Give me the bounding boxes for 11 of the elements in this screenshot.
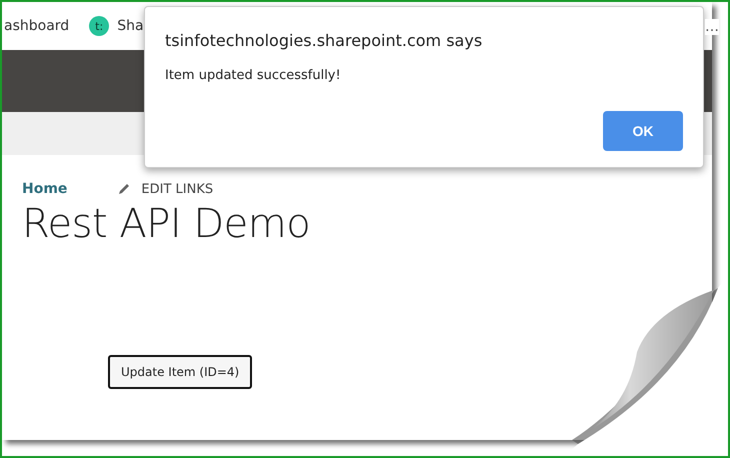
update-item-button[interactable]: Update Item (ID=4) [108, 355, 252, 389]
dialog-title: tsinfotechnologies.sharepoint.com says [165, 31, 484, 50]
bookmark-link[interactable]: ashboard [4, 18, 70, 34]
home-link[interactable]: Home [22, 181, 68, 197]
page-title: Rest API Demo [22, 201, 312, 247]
bookmark-link[interactable]: Sha [117, 18, 144, 34]
bookmarks-overflow[interactable]: … [705, 19, 719, 35]
edit-links-link[interactable]: EDIT LINKS [117, 182, 214, 196]
pencil-icon [117, 182, 132, 196]
avatar-icon: t: [89, 16, 110, 36]
dialog-message: Item updated successfully! [165, 68, 342, 83]
